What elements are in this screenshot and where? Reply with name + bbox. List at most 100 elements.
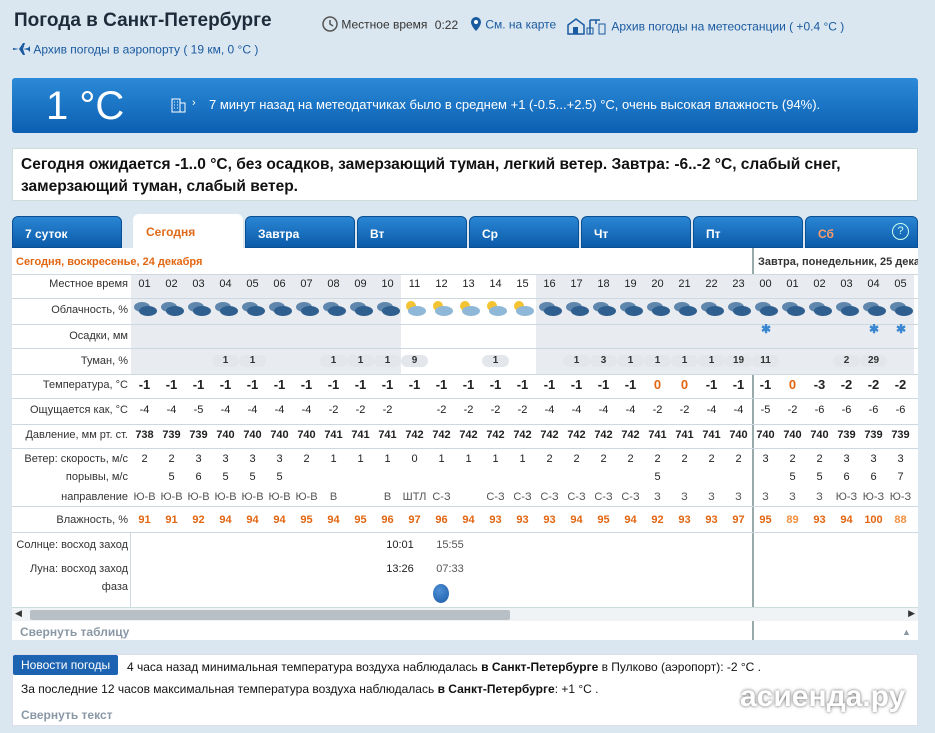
current-temp: 1 °C — [46, 84, 125, 128]
wind-cell: 1 — [519, 453, 526, 465]
row-divider — [12, 532, 918, 533]
tab-7days[interactable]: 7 суток — [12, 216, 122, 248]
wind-cell: 3 — [762, 453, 769, 465]
chevron-right-icon: › — [192, 97, 196, 109]
pressure-cell: 740 — [297, 429, 316, 441]
hour-cell: 06 — [273, 278, 286, 290]
tab-fri[interactable]: Пт — [693, 216, 803, 248]
tab-thu[interactable]: Чт — [581, 216, 691, 248]
watermark-logo: асиенда.ру — [740, 680, 906, 713]
cloud-icon — [241, 299, 265, 317]
cloud-icon — [700, 299, 724, 317]
scroll-left-icon[interactable]: ◀ — [15, 608, 22, 619]
map-link[interactable]: См. на карте — [485, 18, 556, 32]
cloud-icon — [484, 299, 508, 317]
fog-badge: 9 — [401, 355, 428, 367]
pressure-cell: 742 — [594, 429, 613, 441]
hour-cell: 18 — [597, 278, 610, 290]
feels-cell: -6 — [868, 404, 879, 416]
gust-cell: 5 — [816, 471, 823, 483]
scroll-thumb[interactable] — [30, 610, 510, 620]
wind-cell: 1 — [384, 453, 391, 465]
fog-badge: 1 — [239, 355, 266, 367]
humidity-cell: 94 — [246, 514, 259, 526]
temp-cell: -1 — [489, 377, 502, 392]
cloud-icon — [160, 299, 184, 317]
pressure-cell: 739 — [189, 429, 208, 441]
temp-cell: -3 — [813, 377, 826, 392]
feels-cell: -2 — [517, 404, 528, 416]
temp-cell: -1 — [516, 377, 529, 392]
gust-cell: 7 — [897, 471, 904, 483]
scroll-right-icon[interactable]: ▶ — [908, 608, 915, 619]
direction-cell: В — [329, 491, 338, 503]
pressure-cell: 740 — [783, 429, 802, 441]
station-archive-link[interactable]: Архив погоды на метеостанции ( +0.4 °C ) — [611, 20, 844, 34]
temp-cell: -1 — [543, 377, 556, 392]
feels-cell: -5 — [760, 404, 771, 416]
feels-cell: -2 — [382, 404, 393, 416]
cloud-icon — [403, 299, 427, 317]
help-icon[interactable]: ? — [892, 223, 909, 240]
news-button[interactable]: Новости погоды — [13, 655, 119, 675]
feels-cell: -4 — [625, 404, 636, 416]
map-link-wrap[interactable]: См. на карте — [470, 16, 556, 35]
fog-badge: 1 — [212, 355, 239, 367]
row-label-temp: Температура, °C — [42, 379, 128, 391]
humidity-cell: 93 — [705, 514, 718, 526]
tab-sat[interactable]: Сб? — [805, 216, 918, 248]
airport-archive-wrap[interactable]: Архив погоды в аэропорту ( 19 км, 0 °C ) — [12, 42, 258, 59]
collapse-table-link[interactable]: Свернуть таблицу — [20, 625, 129, 639]
hour-cell: 16 — [543, 278, 556, 290]
tab-tue[interactable]: Вт — [357, 216, 467, 248]
current-weather-bar: 1 °C › 7 минут назад на метеодатчиках бы… — [12, 78, 918, 133]
moon-phase-icon — [433, 584, 449, 603]
pressure-cell: 739 — [891, 429, 910, 441]
hour-cell: 02 — [813, 278, 826, 290]
station-archive-wrap[interactable]: Архив погоды на метеостанции ( +0.4 °C ) — [566, 16, 844, 39]
hour-cell: 11 — [408, 278, 421, 290]
humidity-cell: 88 — [894, 514, 907, 526]
feels-cell: -6 — [841, 404, 852, 416]
feels-cell: -4 — [247, 404, 258, 416]
temp-cell: -1 — [165, 377, 178, 392]
airplane-icon — [12, 42, 31, 59]
temp-cell: -1 — [354, 377, 367, 392]
pressure-cell: 739 — [162, 429, 181, 441]
temp-cell: -1 — [219, 377, 232, 392]
hour-cell: 02 — [165, 278, 178, 290]
cloud-icon — [187, 299, 211, 317]
humidity-cell: 91 — [138, 514, 151, 526]
building-icon — [170, 95, 186, 118]
wind-cell: 3 — [843, 453, 850, 465]
temp-cell: -1 — [732, 377, 745, 392]
tab-tomorrow[interactable]: Завтра — [245, 216, 355, 248]
row-label-phase: фаза — [101, 581, 128, 593]
tab-wed[interactable]: Ср — [469, 216, 579, 248]
feels-cell: -2 — [490, 404, 501, 416]
wind-cell: 2 — [303, 453, 310, 465]
collapse-text-link[interactable]: Свернуть текст — [21, 708, 113, 722]
humidity-cell: 96 — [381, 514, 394, 526]
humidity-cell: 95 — [597, 514, 610, 526]
row-divider — [12, 274, 918, 275]
temp-cell: 0 — [680, 377, 689, 392]
cloud-icon — [511, 299, 535, 317]
tab-today[interactable]: Сегодня — [133, 214, 243, 248]
airport-archive-link[interactable]: Архив погоды в аэропорту ( 19 км, 0 °C ) — [33, 43, 258, 57]
gust-cell: 6 — [870, 471, 877, 483]
hour-cell: 21 — [678, 278, 691, 290]
fog-badge: 1 — [617, 355, 644, 367]
gust-cell: 5 — [168, 471, 175, 483]
table-scrollbar[interactable]: ◀ ▶ — [12, 607, 918, 621]
fog-badge: 3 — [590, 355, 617, 367]
hour-cell: 09 — [354, 278, 367, 290]
moonrise-value: 13:26 — [386, 563, 414, 575]
fog-badge: 1 — [644, 355, 671, 367]
temp-cell: -2 — [867, 377, 880, 392]
pressure-cell: 742 — [621, 429, 640, 441]
wind-cell: 1 — [465, 453, 472, 465]
tomorrow-header: Завтра, понедельник, 25 декабря — [758, 256, 918, 268]
hour-cell: 04 — [219, 278, 232, 290]
pressure-cell: 739 — [864, 429, 883, 441]
